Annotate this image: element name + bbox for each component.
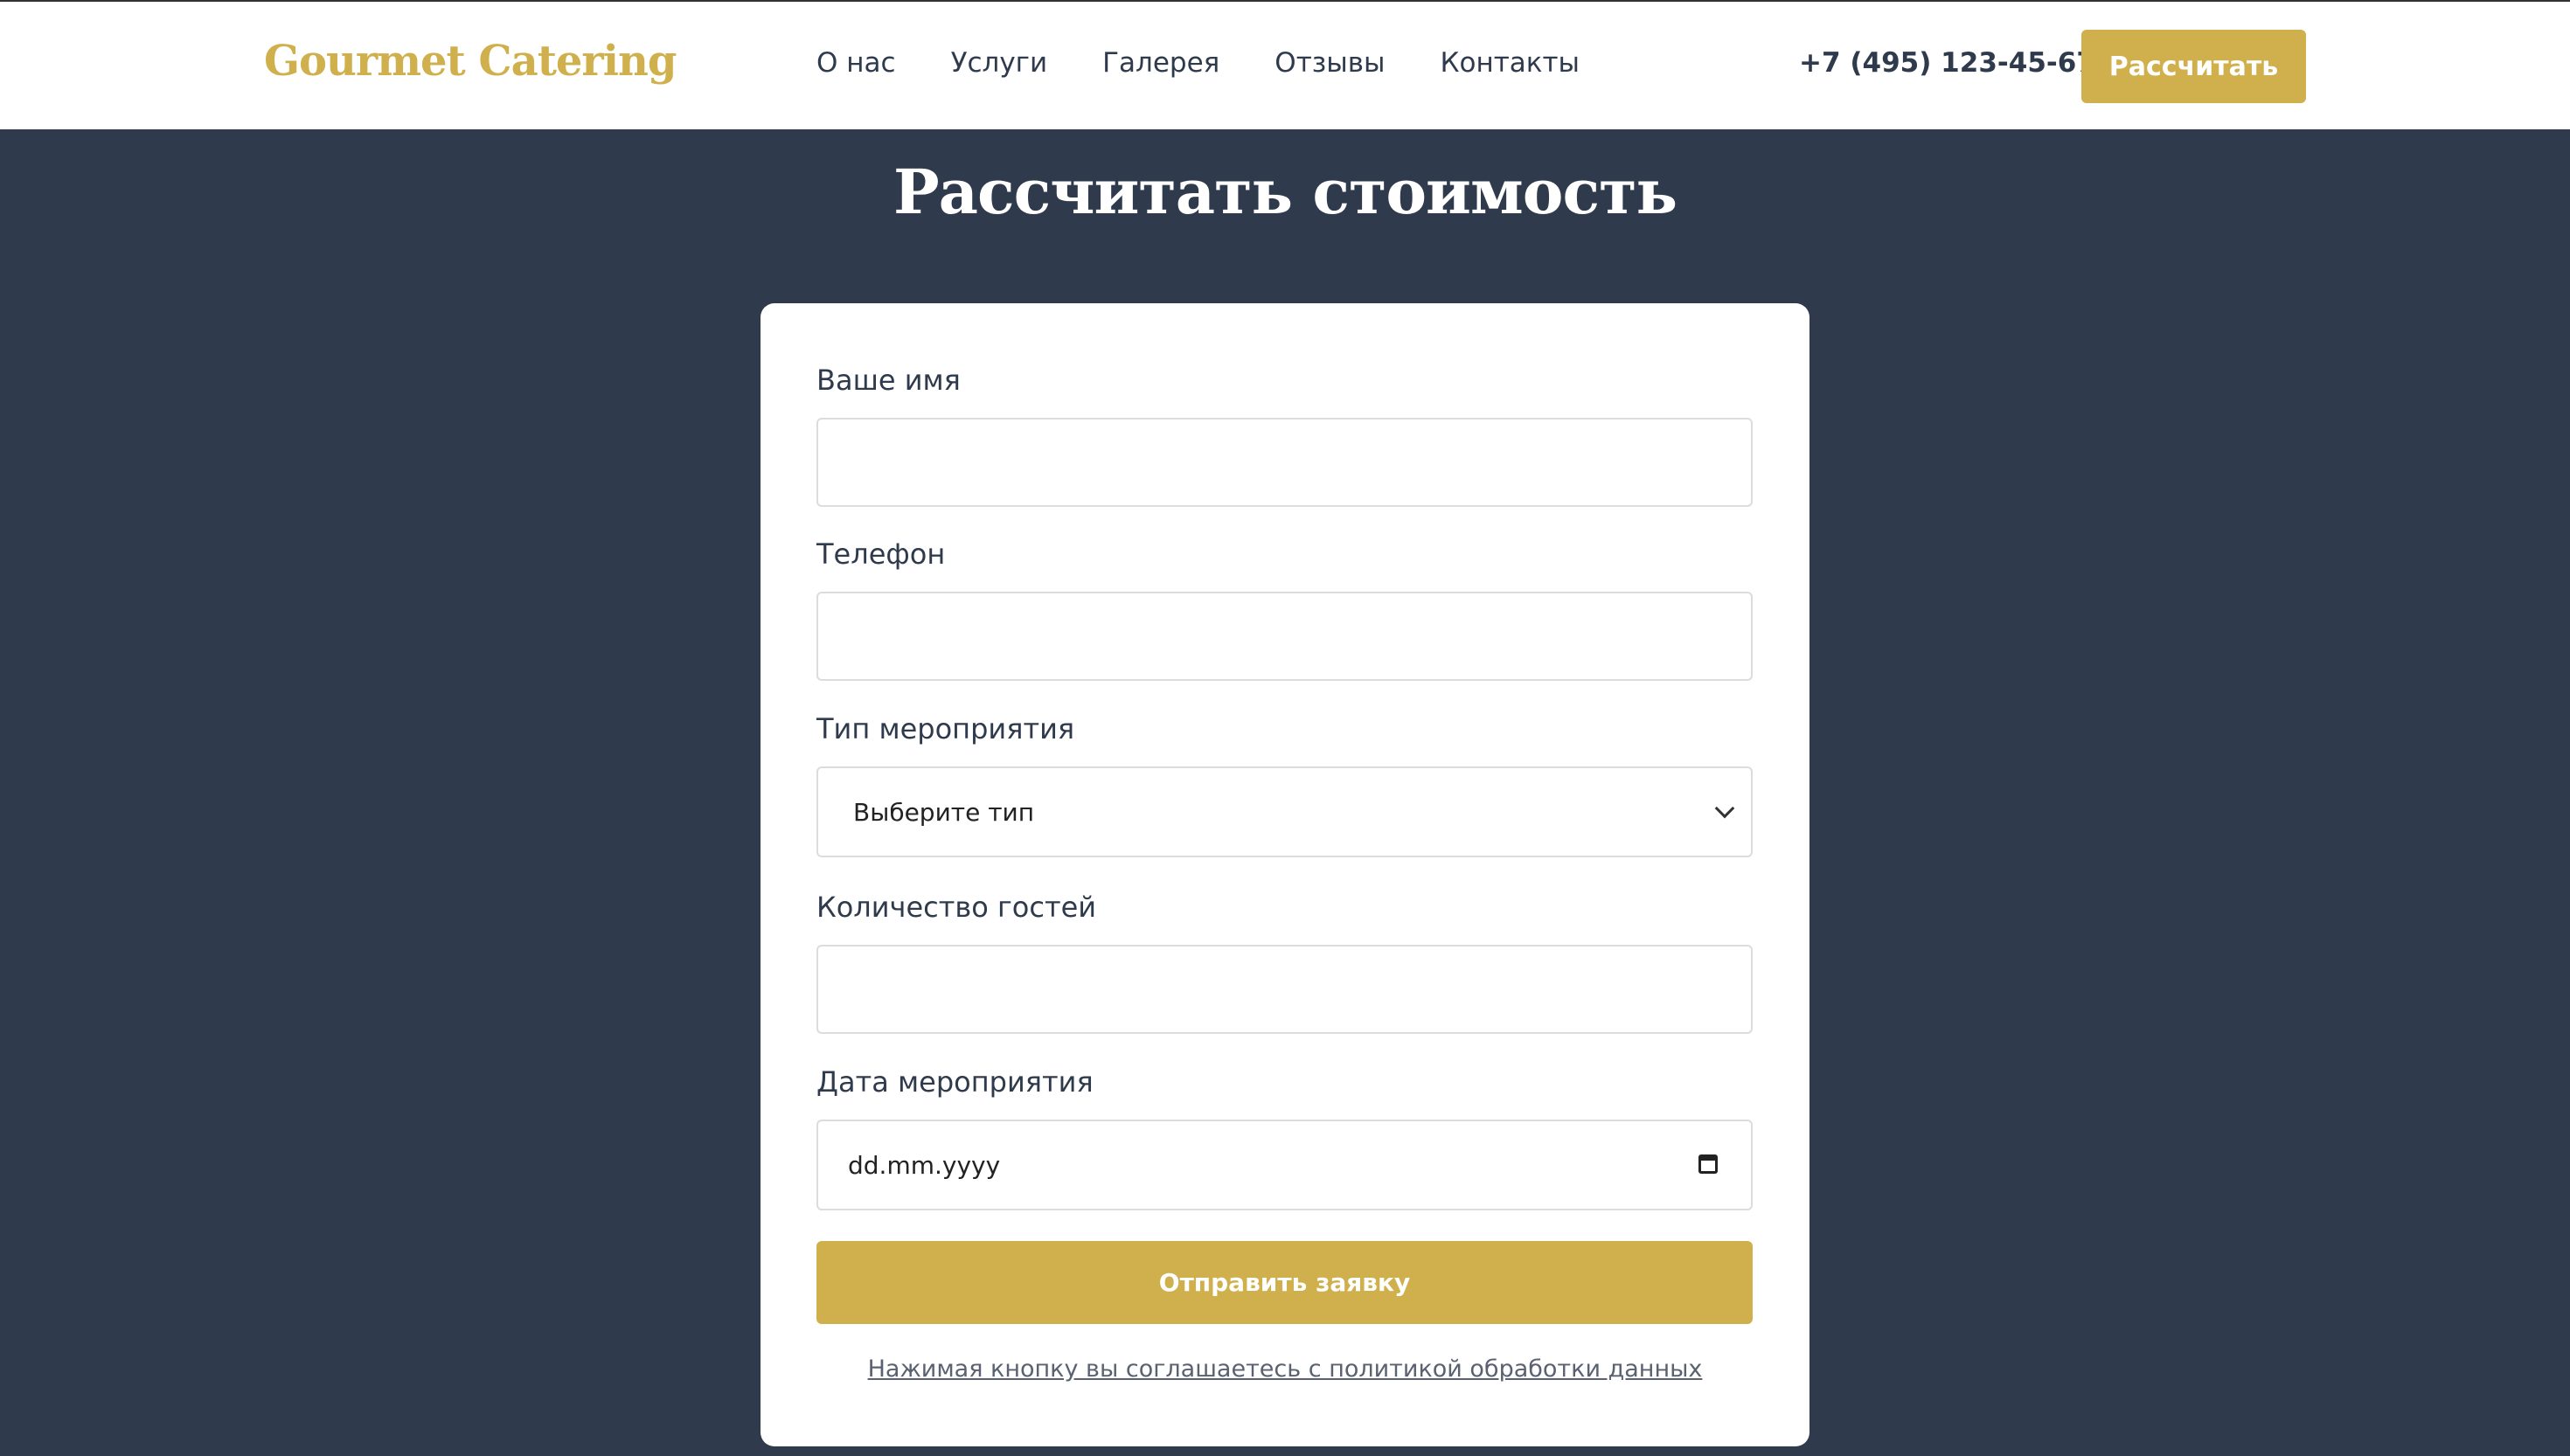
privacy-policy-link[interactable]: Нажимая кнопку вы соглашаетесь с политик… — [761, 1355, 1809, 1383]
phone-link[interactable]: +7 (495) 123-45-67 — [1799, 47, 2095, 79]
date-label: Дата мероприятия — [816, 1065, 1094, 1099]
name-label: Ваше имя — [816, 364, 961, 397]
submit-button[interactable]: Отправить заявку — [816, 1241, 1753, 1324]
nav-item-about[interactable]: О нас — [816, 47, 896, 79]
nav-item-services[interactable]: Услуги — [951, 47, 1048, 79]
calendar-icon[interactable] — [1698, 1154, 1718, 1174]
event-type-label: Тип мероприятия — [816, 712, 1075, 745]
chevron-down-icon — [1714, 798, 1735, 819]
guests-input[interactable] — [816, 945, 1753, 1034]
phone-input[interactable] — [816, 592, 1753, 681]
event-type-select[interactable]: Выберите тип — [816, 766, 1753, 857]
name-input[interactable] — [816, 418, 1753, 507]
page-title: Рассчитать стоимость — [893, 156, 1677, 228]
main-nav: О нас Услуги Галерея Отзывы Контакты — [816, 47, 1580, 79]
guests-label: Количество гостей — [816, 891, 1097, 924]
quote-form: Ваше имя Телефон Тип мероприятия Выберит… — [761, 303, 1809, 1446]
nav-item-reviews[interactable]: Отзывы — [1275, 47, 1385, 79]
nav-item-contacts[interactable]: Контакты — [1440, 47, 1580, 79]
calculate-button[interactable]: Рассчитать — [2081, 30, 2306, 103]
logo[interactable]: Gourmet Catering — [264, 37, 677, 86]
event-type-selected: Выберите тип — [853, 797, 1035, 827]
date-input[interactable]: dd.mm.yyyy — [816, 1120, 1753, 1210]
nav-item-gallery[interactable]: Галерея — [1102, 47, 1219, 79]
date-placeholder: dd.mm.yyyy — [848, 1150, 1001, 1180]
site-header: Gourmet Catering О нас Услуги Галерея От… — [0, 2, 2570, 129]
phone-label: Телефон — [816, 537, 946, 571]
